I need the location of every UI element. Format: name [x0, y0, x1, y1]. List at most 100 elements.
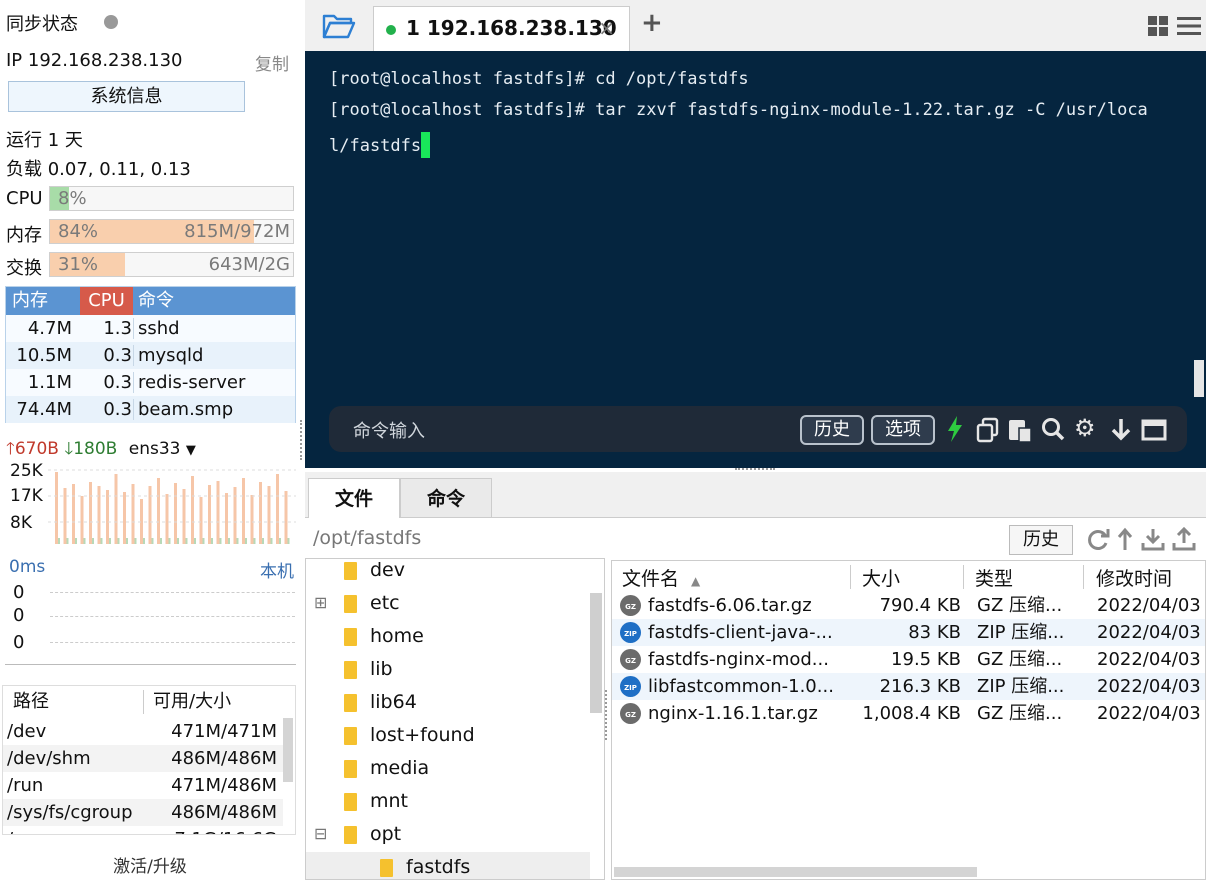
process-header-memory[interactable]: 内存 [6, 287, 80, 315]
file-row[interactable]: ZIP fastdfs-client-java-... 83 KB ZIP 压缩...… [612, 619, 1205, 646]
search-icon[interactable] [1041, 417, 1065, 443]
disk-row[interactable]: /sys/fs/cgroup 486M/486M [3, 799, 283, 826]
splitter-handle[interactable] [300, 420, 304, 460]
tree-item-fastdfs[interactable]: fastdfs [306, 852, 590, 879]
download-arrow-icon[interactable] [1110, 417, 1132, 443]
system-info-button[interactable]: 系统信息 [8, 81, 245, 112]
horizontal-scrollbar-thumb[interactable] [614, 867, 977, 877]
paste-icon[interactable] [1007, 416, 1033, 444]
network-bar [131, 484, 135, 544]
network-bar [182, 489, 186, 544]
process-row[interactable]: 10.5M 0.3 mysqld [6, 342, 295, 369]
tab-commands[interactable]: 命令 [400, 478, 492, 518]
process-header-cpu[interactable]: CPU [80, 287, 133, 315]
session-tab-bar: 1 192.168.238.130 × + [305, 0, 1206, 51]
disk-row[interactable]: /dev/shm 486M/486M [3, 745, 283, 772]
lightning-icon[interactable] [945, 415, 965, 443]
terminal-scrollbar-thumb[interactable] [1194, 360, 1204, 397]
column-header-modified[interactable]: 修改时间 [1096, 563, 1172, 593]
upload-icon[interactable] [1172, 527, 1196, 551]
tree-item-mnt[interactable]: mnt [306, 786, 590, 816]
expand-icon[interactable]: ⊞ [314, 588, 327, 618]
gear-icon[interactable]: ⚙ [1074, 413, 1096, 443]
tree-item-label: media [370, 757, 430, 779]
file-row[interactable]: GZ fastdfs-nginx-mod... 19.5 KB GZ 压缩... 202… [612, 646, 1205, 673]
path-input[interactable]: /opt/fastdfs [313, 527, 421, 549]
ping-host[interactable]: 本机 [260, 557, 294, 582]
column-header-type[interactable]: 类型 [975, 563, 1013, 593]
tree-item-home[interactable]: home [306, 621, 590, 651]
tree-item-lib[interactable]: lib [306, 654, 590, 684]
up-directory-icon[interactable] [1117, 527, 1133, 551]
history-button[interactable]: 历史 [800, 415, 864, 445]
network-bar [253, 538, 256, 544]
file-row[interactable]: GZ fastdfs-6.06.tar.gz 790.4 KB GZ 压缩... 202… [612, 592, 1205, 619]
options-button[interactable]: 选项 [871, 415, 935, 445]
tree-item-dev[interactable]: dev [306, 559, 590, 585]
disk-row[interactable]: / 7.1G/16.6G [3, 826, 283, 834]
command-input[interactable]: 命令输入 [353, 417, 425, 443]
swap-percent: 31% [58, 254, 99, 275]
tree-item-opt[interactable]: ⊟ opt [306, 819, 590, 849]
disk-size: 486M/486M [171, 748, 277, 769]
folder-open-icon[interactable] [322, 12, 356, 40]
sort-ascending-icon: ▲ [691, 574, 701, 588]
disk-row[interactable]: /dev 471M/471M [3, 718, 283, 745]
network-bar [165, 494, 169, 544]
folder-icon [344, 694, 357, 712]
network-bar [168, 538, 171, 544]
activate-upgrade-link[interactable]: 激活/升级 [0, 852, 300, 877]
disk-header-path[interactable]: 路径 [13, 686, 49, 716]
ping-latency: 0ms [9, 557, 46, 577]
tree-item-label: home [370, 625, 424, 647]
network-bar [143, 538, 145, 544]
tree-item-lib64[interactable]: lib64 [306, 687, 590, 717]
copy-icon[interactable] [975, 417, 1001, 443]
column-header-name[interactable]: 文件名 ▲ [622, 563, 700, 593]
network-bar [199, 497, 203, 544]
network-bar [191, 476, 194, 544]
copy-ip-button[interactable]: 复制 [255, 50, 289, 75]
network-bar [250, 495, 254, 544]
tree-item-etc[interactable]: ⊞ etc [306, 588, 590, 618]
disk-header-size[interactable]: 可用/大小 [153, 686, 231, 716]
file-row[interactable]: ZIP libfastcommon-1.0... 216.3 KB ZIP 压缩...… [612, 673, 1205, 700]
terminal[interactable]: [root@localhost fastdfs]# cd /opt/fastdf… [305, 51, 1206, 468]
column-divider [133, 372, 134, 393]
network-bar [228, 538, 230, 544]
session-tab[interactable]: 1 192.168.238.130 × [373, 6, 630, 51]
close-icon[interactable]: × [598, 16, 615, 40]
column-header-size[interactable]: 大小 [862, 563, 900, 593]
network-bar [276, 474, 279, 544]
process-row[interactable]: 74.4M 0.3 beam.smp [6, 396, 295, 423]
memory-percent: 84% [58, 221, 99, 242]
add-tab-button[interactable]: + [641, 8, 663, 38]
grid-layout-icon[interactable] [1147, 15, 1169, 37]
disk-row[interactable]: /run 471M/486M [3, 772, 283, 799]
network-interface-select[interactable]: ens33 [129, 439, 181, 459]
network-bar [202, 538, 205, 544]
process-header-command[interactable]: 命令 [133, 287, 295, 315]
maximize-icon[interactable] [1141, 418, 1167, 442]
scrollbar-thumb[interactable] [590, 593, 602, 713]
tree-item-media[interactable]: media [306, 753, 590, 783]
folder-icon [380, 859, 393, 877]
tree-item-lost-found[interactable]: lost+found [306, 720, 590, 750]
tab-files[interactable]: 文件 [308, 478, 400, 518]
process-row[interactable]: 1.1M 0.3 redis-server [6, 369, 295, 396]
download-icon[interactable] [1141, 527, 1165, 551]
column-header-name-label: 文件名 [622, 568, 680, 590]
collapse-icon[interactable]: ⊟ [314, 819, 327, 849]
splitter-handle[interactable] [605, 690, 609, 740]
sync-status-label: 同步状态 [6, 14, 78, 35]
process-row[interactable]: 4.7M 1.3 sshd [6, 315, 295, 342]
file-row[interactable]: GZ nginx-1.16.1.tar.gz 1,008.4 KB GZ 压缩... 2… [612, 700, 1205, 727]
refresh-icon[interactable] [1086, 528, 1110, 552]
scrollbar-thumb[interactable] [283, 718, 293, 782]
process-memory: 74.4M [16, 399, 72, 420]
chevron-down-icon[interactable]: ▼ [186, 443, 196, 458]
column-divider [143, 690, 144, 714]
menu-icon[interactable] [1177, 16, 1201, 36]
cpu-meter-label: CPU [6, 188, 43, 209]
path-history-button[interactable]: 历史 [1009, 525, 1073, 555]
